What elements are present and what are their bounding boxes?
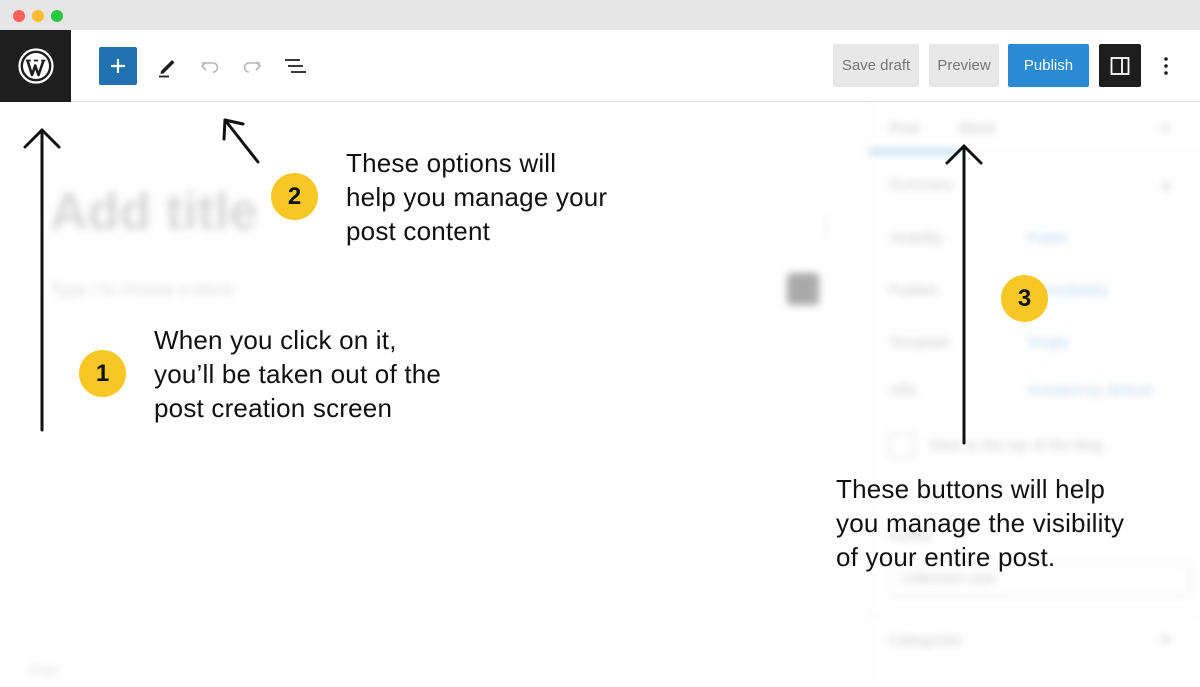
annotation-note-3-line-3: of your entire post. xyxy=(836,542,1056,572)
annotation-note-3-line-1: These buttons will help xyxy=(836,474,1106,504)
annotation-badge-2: 2 xyxy=(271,173,318,220)
annotation-note-1-line-2: you’ll be taken out of the xyxy=(154,359,442,389)
annotation-note-1-line-1: When you click on it, xyxy=(154,325,397,355)
annotation-note-1: When you click on it, you’ll be taken ou… xyxy=(154,323,441,425)
annotation-note-2: These options will help you manage your … xyxy=(346,146,607,248)
annotation-note-2-line-3: post content xyxy=(346,216,491,246)
annotation-badge-1: 1 xyxy=(79,350,126,397)
annotation-note-2-line-2: help you manage your xyxy=(346,182,608,212)
arrow-3 xyxy=(945,144,983,445)
annotation-note-2-line-1: These options will xyxy=(346,148,557,178)
annotation-note-3-line-2: you manage the visibility xyxy=(836,508,1125,538)
annotation-badge-3: 3 xyxy=(1001,275,1048,322)
annotation-note-1-line-3: post creation screen xyxy=(154,393,393,423)
arrow-2 xyxy=(222,118,260,164)
annotation-note-3: These buttons will help you manage the v… xyxy=(836,472,1124,574)
arrow-1 xyxy=(23,128,61,432)
